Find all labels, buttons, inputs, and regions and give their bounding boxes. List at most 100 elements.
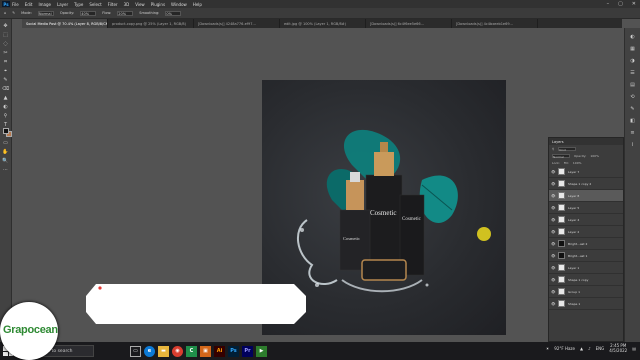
pen-tool-icon[interactable]: ⚲ [2,113,9,119]
tab-document[interactable]: [Downloads(s)] 4c4bxeeb1e69... [452,19,538,28]
tab-document[interactable]: [Downloads(s)] 4248a776-ef97... [194,19,280,28]
menu-view[interactable]: View [135,2,145,7]
brushes-panel-icon[interactable]: ✎ [629,106,636,112]
menu-edit[interactable]: Edit [25,2,33,7]
layers-panel-title[interactable]: Layers [549,138,623,145]
layer-row[interactable]: 👁 Layer 4 [549,214,623,226]
more-tools-icon[interactable]: ⋯ [2,167,9,173]
home-icon[interactable]: ⌂ [4,11,6,15]
menu-file[interactable]: File [12,2,19,7]
layer-row[interactable]: 👁 Shape 1 copy 2 [549,178,623,190]
weather-text[interactable]: 92°F Haze [554,346,575,351]
label-shape[interactable] [86,284,306,324]
tab-document[interactable]: product-copy.png @ 25% (Layer 1, RGB/8) [108,19,194,28]
minimize-icon[interactable]: – [607,1,610,7]
tab-document[interactable]: [Downloads(s)] 6c4f6ee5e66... [366,19,452,28]
visibility-eye-icon[interactable]: 👁 [551,254,555,258]
eyedropper-tool-icon[interactable]: ⌖ [2,68,9,74]
blend-mode-select[interactable]: Normal [552,153,570,159]
menu-filter[interactable]: Filter [108,2,118,7]
adjustments-panel-icon[interactable]: ◑ [629,58,636,64]
paths-panel-icon[interactable]: ⌇ [629,142,636,148]
layer-row[interactable]: 👁 Shape 1 [549,298,623,310]
notifications-icon[interactable]: ▤ [632,346,636,351]
camtasia-icon[interactable]: ▶ [256,345,267,357]
history-panel-icon[interactable]: ⟲ [629,94,636,100]
visibility-eye-icon[interactable]: 👁 [551,302,555,306]
move-tool-icon[interactable]: ✥ [2,23,9,29]
clock[interactable]: 2:45 PM 4/5/2022 [609,343,627,353]
menu-window[interactable]: Window [171,2,187,7]
orange-app-icon[interactable]: ▣ [200,345,211,357]
brush-tool-icon[interactable]: ✎ [2,77,9,83]
maximize-icon[interactable]: ▢ [618,1,623,7]
visibility-eye-icon[interactable]: 👁 [551,170,555,174]
layer-row[interactable]: 👁 Shape 1 copy [549,274,623,286]
quick-select-tool-icon[interactable]: ✂ [2,50,9,56]
foreground-color-swatch[interactable] [3,128,9,134]
premiere-icon[interactable]: Pr [242,345,253,357]
zoom-tool-icon[interactable]: 🔍 [2,158,9,164]
photoshop-icon[interactable]: Ps [228,345,239,357]
task-view-icon[interactable]: ▭ [130,345,141,357]
menu-type[interactable]: Type [74,2,83,7]
green-app-icon[interactable]: C [186,345,197,357]
kind-select[interactable]: Kind [558,146,577,152]
crop-tool-icon[interactable]: ⌗ [2,59,9,65]
hand-tool-icon[interactable]: ✋ [2,149,9,155]
layer-row[interactable]: 👁 Layer 2 [549,226,623,238]
visibility-eye-icon[interactable]: 👁 [551,194,555,198]
file-explorer-icon[interactable]: ▬ [158,345,169,357]
opacity-field[interactable]: 40% [80,10,97,16]
smoothing-field[interactable]: 0% [165,10,182,16]
mode-select[interactable]: Normal [37,10,54,16]
shape-tool-icon[interactable]: ▭ [2,140,9,146]
color-panel-icon[interactable]: ◐ [629,34,636,40]
flow-field[interactable]: 20% [117,10,134,16]
libraries-panel-icon[interactable]: ▤ [629,82,636,88]
visibility-eye-icon[interactable]: 👁 [551,278,555,282]
fill-value[interactable]: 100% [573,161,582,165]
layer-row[interactable]: 👁 Bright...ast 1 [549,250,623,262]
layer-row[interactable]: 👁 Layer 5 [549,202,623,214]
brush-tool-icon[interactable]: ✎ [12,11,15,15]
eraser-tool-icon[interactable]: ⌫ [2,86,9,92]
layer-row[interactable]: 👁 Layer 7 [549,166,623,178]
layer-row[interactable]: 👁 Layer 1 [549,262,623,274]
gradient-tool-icon[interactable]: ▲ [2,95,9,101]
channels-panel-icon[interactable]: ≡ [629,130,636,136]
visibility-eye-icon[interactable]: 👁 [551,230,555,234]
close-icon[interactable]: ✕ [632,1,636,7]
menu-image[interactable]: Image [38,2,51,7]
layer-row[interactable]: 👁 Bright...ast 2 [549,238,623,250]
swatches-panel-icon[interactable]: ▦ [629,46,636,52]
visibility-eye-icon[interactable]: 👁 [551,290,555,294]
weather-icon[interactable]: ☀ [546,346,550,351]
tab-document[interactable]: edit.jpg @ 100% (Layer 1, RGB/8#) [280,19,366,28]
visibility-eye-icon[interactable]: 👁 [551,242,555,246]
opacity-value[interactable]: 100% [590,154,599,158]
properties-panel-icon[interactable]: ☰ [629,70,636,76]
visibility-eye-icon[interactable]: 👁 [551,182,555,186]
layer-row[interactable]: 👁 Layer 8 [549,190,623,202]
menu-3d[interactable]: 3D [124,2,130,7]
visibility-eye-icon[interactable]: 👁 [551,218,555,222]
menu-help[interactable]: Help [193,2,202,7]
edge-browser-icon[interactable]: e [144,345,155,357]
marquee-tool-icon[interactable]: ⬚ [2,32,9,38]
layers-panel-icon[interactable]: ◧ [629,118,636,124]
photoshop-logo-icon[interactable]: Ps [2,1,10,7]
visibility-eye-icon[interactable]: 👁 [551,266,555,270]
menu-layer[interactable]: Layer [57,2,68,7]
menu-plugins[interactable]: Plugins [151,2,165,7]
illustrator-icon[interactable]: Ai [214,345,225,357]
tab-document-active[interactable]: Social Media Post @ 70.4% (Layer 8, RGB/… [22,19,108,28]
dodge-tool-icon[interactable]: ◐ [2,104,9,110]
chrome-browser-icon[interactable]: ◉ [172,345,183,357]
lasso-tool-icon[interactable]: ◌ [2,41,9,47]
network-icon[interactable]: ▲ [580,346,583,351]
language-indicator[interactable]: ENG [596,346,605,351]
layer-row[interactable]: 👁 Group 1 [549,286,623,298]
menu-select[interactable]: Select [89,2,101,7]
volume-icon[interactable]: ♪ [588,346,591,351]
